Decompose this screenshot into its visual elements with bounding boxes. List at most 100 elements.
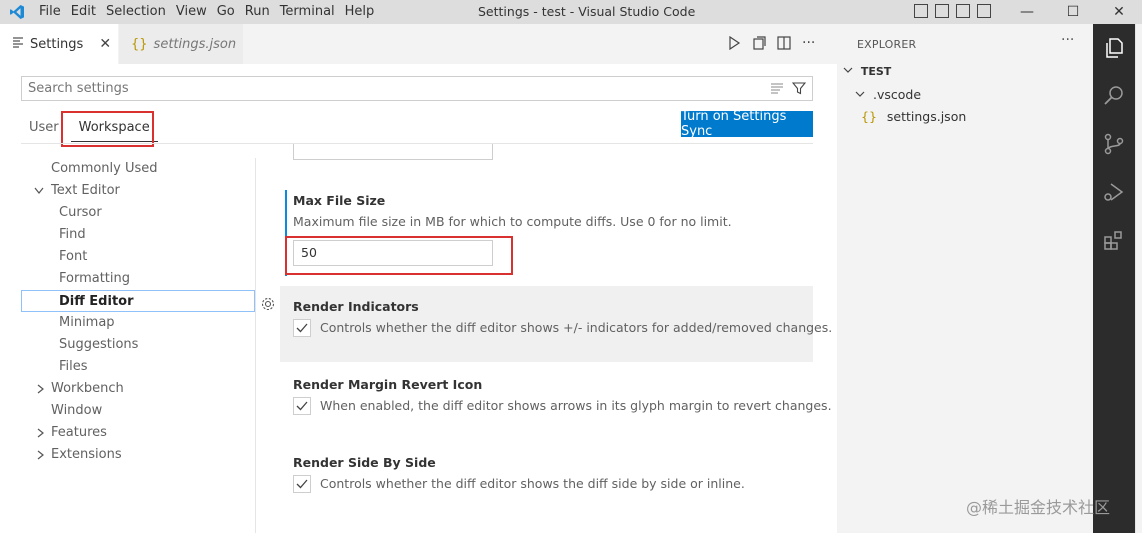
run-icon[interactable]	[727, 35, 741, 54]
toggle-panel-icon[interactable]	[935, 4, 949, 18]
menu-file[interactable]: File	[34, 0, 66, 24]
search-icon[interactable]	[1093, 72, 1135, 120]
menu-selection[interactable]: Selection	[101, 0, 171, 24]
toggle-secondary-sidebar-icon[interactable]	[956, 4, 970, 18]
toc-files[interactable]: Files	[21, 356, 255, 378]
toc-font[interactable]: Font	[21, 246, 255, 268]
turn-on-settings-sync-button[interactable]: Turn on Settings Sync	[681, 109, 813, 139]
check-icon	[296, 401, 308, 411]
tab-label: Settings	[30, 36, 84, 52]
chevron-down-icon	[855, 87, 869, 102]
previous-setting-input[interactable]	[293, 144, 493, 160]
explorer-files-icon[interactable]	[1093, 24, 1135, 72]
toc-extensions[interactable]: Extensions	[21, 444, 255, 466]
toc-label: Commonly Used	[51, 161, 158, 176]
toc-diff-editor[interactable]: Diff Editor	[21, 290, 255, 312]
menu-bar: File Edit Selection View Go Run Terminal…	[34, 0, 379, 24]
toc-window[interactable]: Window	[21, 400, 255, 422]
render-indicators-checkbox[interactable]	[293, 319, 311, 337]
settings-toc: Commonly Used Text Editor Cursor Find Fo…	[21, 144, 255, 533]
clear-filter-icon[interactable]	[770, 81, 784, 99]
toc-minimap[interactable]: Minimap	[21, 312, 255, 334]
run-debug-icon[interactable]	[1093, 168, 1135, 216]
source-control-icon[interactable]	[1093, 120, 1135, 168]
explorer-sidebar: EXPLORER ··· TEST .vscode {} settings.js…	[837, 24, 1093, 533]
file-label: settings.json	[886, 109, 967, 124]
setting-description: Controls whether the diff editor shows t…	[320, 476, 745, 491]
toggle-primary-sidebar-icon[interactable]	[914, 4, 928, 18]
setting-title: Render Margin Revert Icon	[293, 377, 483, 392]
json-braces-icon: {}	[131, 36, 148, 52]
open-settings-json-icon[interactable]	[752, 36, 766, 54]
toc-suggestions[interactable]: Suggestions	[21, 334, 255, 356]
workspace-highlight-annotation	[61, 111, 154, 147]
maximize-button[interactable]: ☐	[1050, 0, 1096, 24]
json-braces-icon: {}	[861, 109, 877, 124]
vscode-logo-icon	[0, 0, 34, 24]
menu-help[interactable]: Help	[340, 0, 380, 24]
explorer-more-actions-icon[interactable]: ···	[1061, 32, 1074, 48]
search-actions	[770, 81, 807, 99]
folder-label: .vscode	[872, 87, 922, 102]
toc-formatting[interactable]: Formatting	[21, 268, 255, 290]
search-placeholder: Search settings	[28, 81, 129, 96]
toc-label: Minimap	[59, 315, 115, 330]
extensions-icon[interactable]	[1093, 216, 1135, 264]
toc-label: Window	[51, 403, 103, 418]
toc-text-editor[interactable]: Text Editor	[21, 180, 255, 202]
check-icon	[296, 323, 308, 333]
window-scrollbar[interactable]	[1135, 24, 1142, 533]
search-settings-input[interactable]: Search settings	[21, 76, 813, 101]
toc-label: Diff Editor	[59, 294, 134, 309]
toc-commonly-used[interactable]: Commonly Used	[21, 158, 255, 180]
setting-render-indicators: Render Indicators Controls whether the d…	[280, 286, 832, 362]
setting-description: Maximum file size in MB for which to com…	[293, 214, 732, 229]
chevron-right-icon	[35, 444, 45, 474]
toc-label: Files	[59, 359, 88, 374]
gear-icon[interactable]	[260, 296, 276, 316]
close-window-button[interactable]: ✕	[1096, 0, 1142, 24]
folder-vscode[interactable]: .vscode	[855, 87, 921, 102]
menu-view[interactable]: View	[171, 0, 212, 24]
toc-label: Features	[51, 425, 107, 440]
toc-features[interactable]: Features	[21, 422, 255, 444]
editor-tab-bar: Settings ✕ {} settings.json	[0, 24, 837, 64]
tab-label: settings.json	[153, 36, 237, 52]
toc-content-divider	[255, 158, 256, 533]
menu-edit[interactable]: Edit	[66, 0, 101, 24]
toc-label: Text Editor	[51, 183, 120, 198]
check-icon	[296, 479, 308, 489]
split-editor-icon[interactable]	[777, 36, 791, 54]
toc-label: Suggestions	[59, 337, 139, 352]
customize-layout-icon[interactable]	[977, 4, 991, 18]
watermark: @稀土掘金技术社区	[966, 498, 1111, 517]
toc-workbench[interactable]: Workbench	[21, 378, 255, 400]
file-settings-json[interactable]: {} settings.json	[861, 109, 966, 124]
more-actions-icon[interactable]: ···	[802, 35, 815, 51]
render-side-by-side-checkbox[interactable]	[293, 475, 311, 493]
max-file-size-highlight-annotation	[285, 236, 513, 275]
toc-find[interactable]: Find	[21, 224, 255, 246]
tab-settings-json[interactable]: {} settings.json	[119, 24, 243, 64]
setting-render-side-by-side: Render Side By Side Controls whether the…	[280, 448, 813, 520]
layout-controls	[914, 4, 991, 18]
menu-go[interactable]: Go	[212, 0, 240, 24]
activity-bar	[1093, 24, 1135, 533]
minimize-button[interactable]: —	[1004, 0, 1050, 24]
window-controls: — ☐ ✕	[1004, 0, 1142, 24]
render-margin-revert-icon-checkbox[interactable]	[293, 397, 311, 415]
tab-settings[interactable]: Settings ✕	[0, 24, 118, 64]
toc-label: Find	[59, 227, 86, 242]
settings-lines-icon	[12, 36, 24, 52]
tab-user-scope[interactable]: User	[21, 114, 67, 142]
folder-test[interactable]: TEST	[843, 65, 891, 78]
close-icon[interactable]: ✕	[99, 36, 111, 52]
setting-title: Max File Size	[293, 193, 386, 208]
menu-run[interactable]: Run	[240, 0, 275, 24]
editor-actions: ···	[727, 35, 815, 54]
menu-terminal[interactable]: Terminal	[275, 0, 340, 24]
filter-icon[interactable]	[791, 81, 807, 99]
title-bar: File Edit Selection View Go Run Terminal…	[0, 0, 1142, 24]
setting-description: Controls whether the diff editor shows +…	[320, 320, 833, 335]
toc-cursor[interactable]: Cursor	[21, 202, 255, 224]
